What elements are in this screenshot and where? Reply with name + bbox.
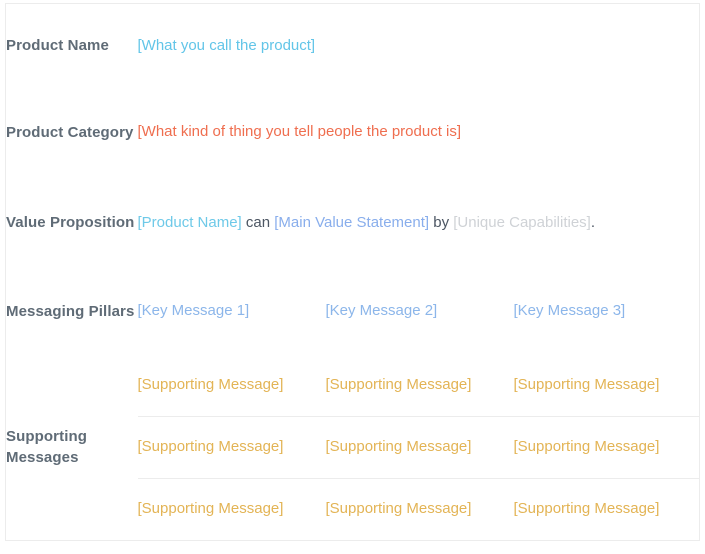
value-token-unique-capabilities: [Unique Capabilities] [453,213,591,231]
value-token-period: . [590,213,595,231]
value-token-main-value-statement: [Main Value Statement] [274,213,430,231]
messaging-framework-table: Product Name [What you call the product]… [5,3,701,541]
row-label-supporting-messages: Supporting Messages [6,427,87,467]
supporting-cell-3-3: [Supporting Message] [514,479,700,541]
row-value-product-category: [What kind of thing you tell people the … [138,88,700,178]
supporting-text-2-3: [Supporting Message] [513,438,660,456]
pillar-text-2: [Key Message 2] [325,302,438,320]
value-token-can: can [241,213,275,231]
supporting-cell-2-3: [Supporting Message] [513,416,700,479]
supporting-cell-2-2: [Supporting Message] [325,416,514,479]
supporting-text-1-2: [Supporting Message] [325,376,472,393]
pillar-cell-1: [Key Message 1] [138,269,326,355]
pillar-cell-3: [Key Message 3] [514,269,700,355]
supporting-cell-1-3: [Supporting Message] [513,354,700,417]
supporting-text-2-2: [Supporting Message] [325,438,472,456]
table-row-product-category: Product Category [What kind of thing you… [6,88,700,178]
row-value-value-proposition: [Product Name] can [Main Value Statement… [138,178,700,269]
supporting-cell-1-2: [Supporting Message] [325,354,514,417]
table-row-value-proposition: Value Proposition [Product Name] can [Ma… [6,178,700,269]
row-label-value-proposition: Value Proposition [6,214,135,232]
supporting-cell-2-1: [Supporting Message] [137,416,326,479]
supporting-cell-3-1: [Supporting Message] [138,479,326,541]
supporting-text-3-2: [Supporting Message] [325,500,472,518]
pillar-text-1: [Key Message 1] [137,302,250,320]
table-row-messaging-pillars: Messaging Pillars [Key Message 1] [Key M… [6,269,700,355]
pillar-text-3: [Key Message 3] [513,302,626,320]
supporting-cell-3-2: [Supporting Message] [326,479,514,541]
table-row-supporting-messages-1: Supporting Messages [Supporting Message]… [6,354,700,466]
supporting-text-1-3: [Supporting Message] [513,376,660,393]
value-token-by: by [429,213,454,231]
supporting-text-3-1: [Supporting Message] [137,500,284,518]
value-text-product-name: [What you call the product] [137,36,316,54]
supporting-cell-1-1: [Supporting Message] [137,354,326,417]
supporting-text-2-1: [Supporting Message] [137,438,284,456]
row-label-product-name: Product Name [6,37,109,55]
row-label-messaging-pillars: Messaging Pillars [6,302,135,320]
pillar-cell-2: [Key Message 2] [326,269,514,355]
supporting-text-1-1: [Supporting Message] [137,376,284,393]
value-text-product-category: [What kind of thing you tell people the … [137,123,462,141]
table-row-product-name: Product Name [What you call the product] [6,4,700,88]
row-value-product-name: [What you call the product] [138,4,700,88]
value-token-product-name: [Product Name] [137,213,242,231]
row-label-product-category: Product Category [6,123,134,141]
supporting-text-3-3: [Supporting Message] [513,500,660,518]
